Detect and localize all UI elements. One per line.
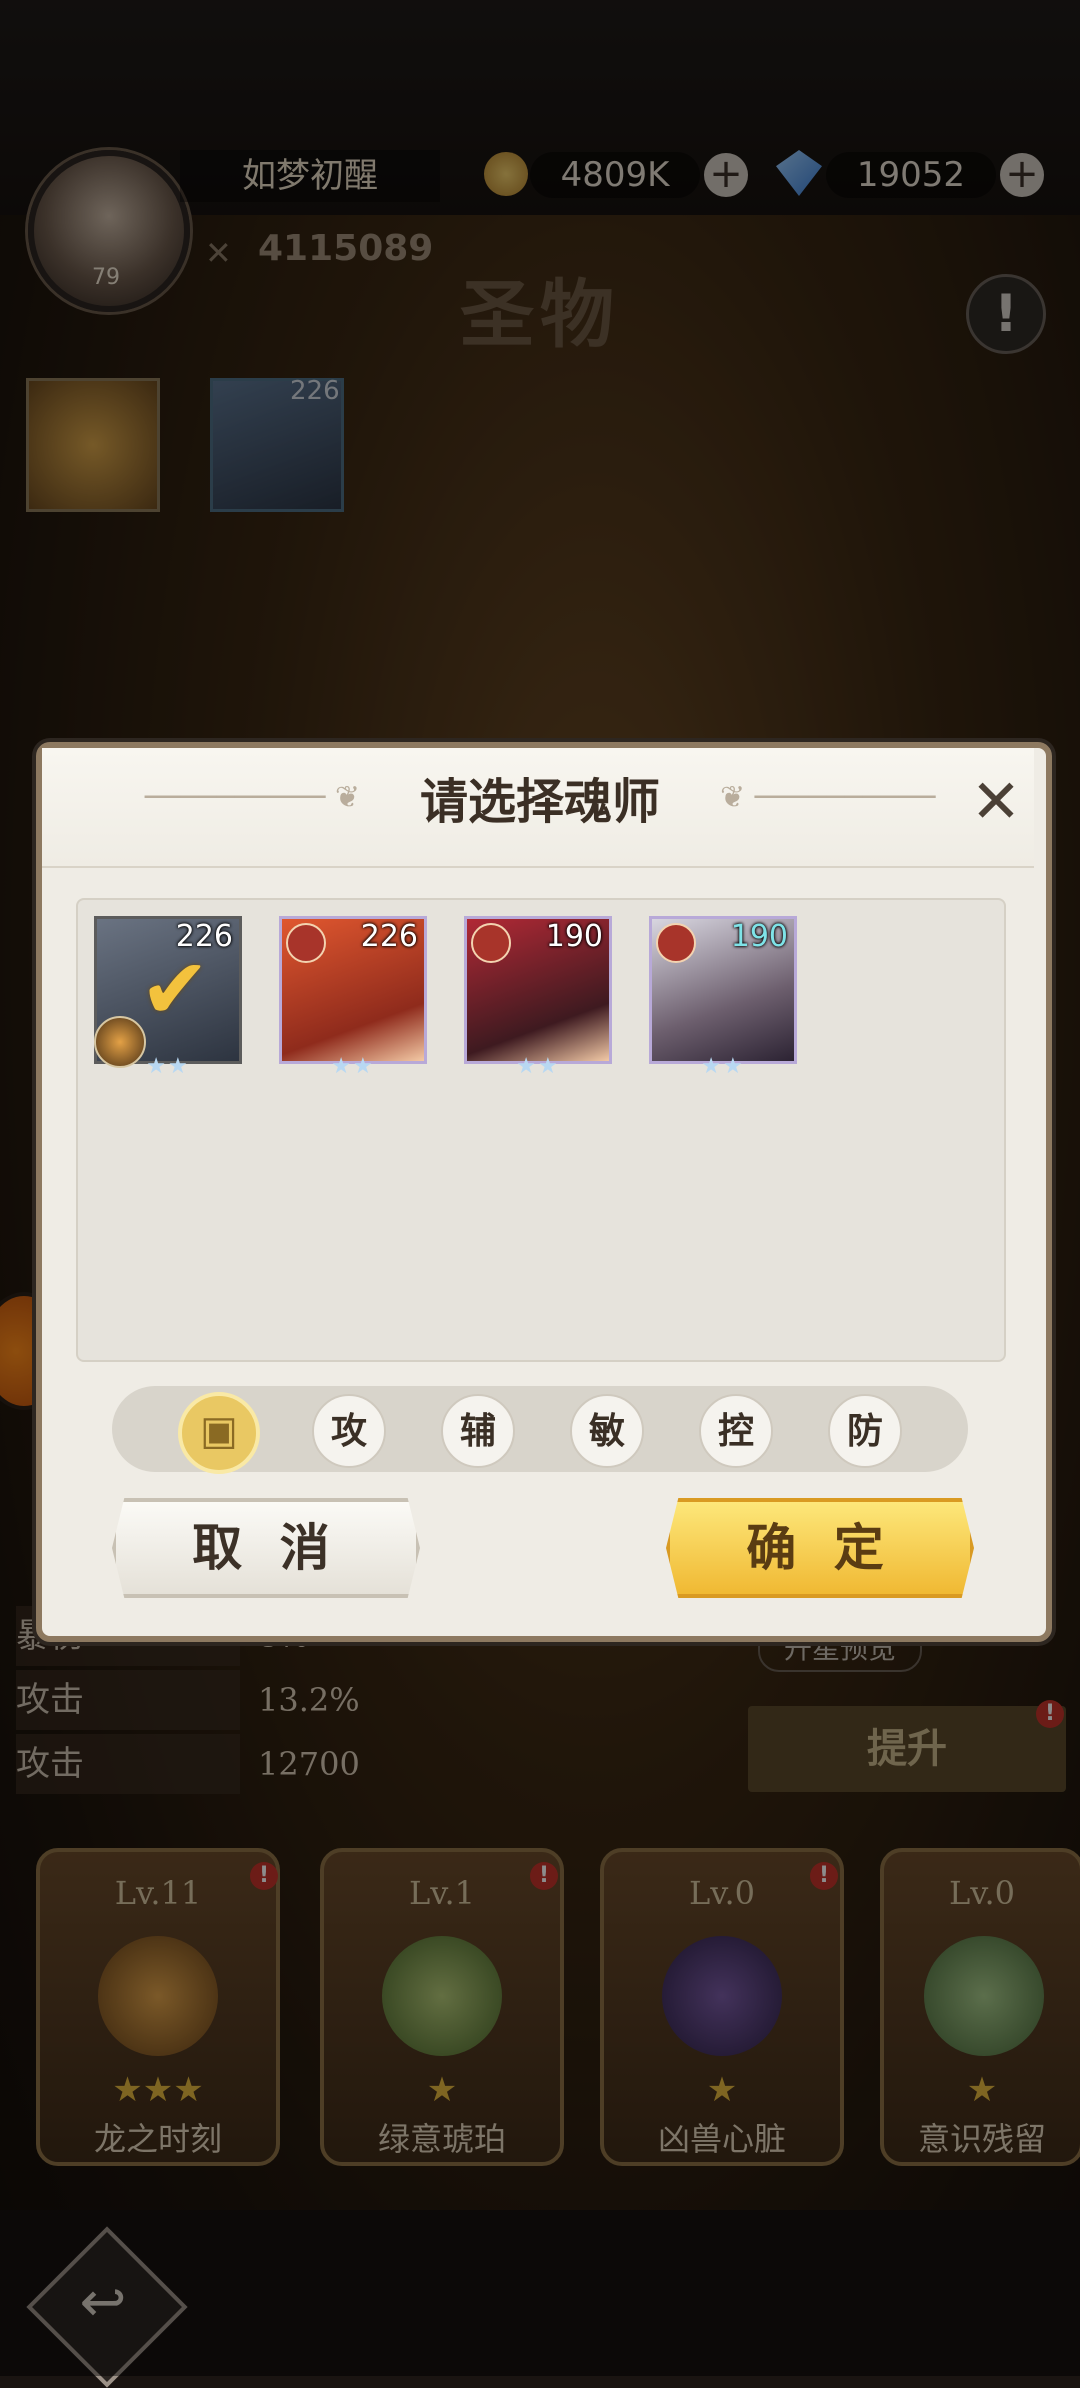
fire-element-icon <box>471 923 511 963</box>
filter-agility-button[interactable]: 敏 <box>570 1394 644 1468</box>
hero-stars: ★★ <box>701 1054 745 1079</box>
hero-level: 226 <box>360 919 418 954</box>
filter-attack-button[interactable]: 攻 <box>312 1394 386 1468</box>
hero-card[interactable]: 226 ★★ <box>279 916 427 1079</box>
filter-control-button[interactable]: 控 <box>699 1394 773 1468</box>
filter-defense-button[interactable]: 防 <box>828 1394 902 1468</box>
close-icon[interactable]: ✕ <box>964 770 1028 834</box>
dialog-title: 请选择魂师 <box>419 774 660 830</box>
fire-element-icon <box>656 923 696 963</box>
fire-element-icon <box>286 923 326 963</box>
hero-card[interactable]: 190 ★★ <box>649 916 797 1079</box>
hero-card[interactable]: 190 ★★ <box>464 916 612 1079</box>
filter-all-button[interactable]: ▣ <box>178 1392 260 1474</box>
hero-stars: ★★ <box>516 1054 560 1079</box>
ornament-right-icon: ❦ ────────── <box>720 780 936 815</box>
hero-level: 190 <box>545 919 603 954</box>
filter-support-button[interactable]: 辅 <box>441 1394 515 1468</box>
ornament-left-icon: ────────── ❦ <box>144 780 360 815</box>
confirm-button[interactable]: 确 定 <box>666 1498 974 1598</box>
hero-level: 190 <box>730 919 788 954</box>
cancel-button[interactable]: 取 消 <box>112 1498 420 1598</box>
checkmark-icon: ✔ <box>139 940 211 1038</box>
equipped-relic-icon <box>94 1016 146 1068</box>
hero-stars: ★★ <box>331 1054 375 1079</box>
